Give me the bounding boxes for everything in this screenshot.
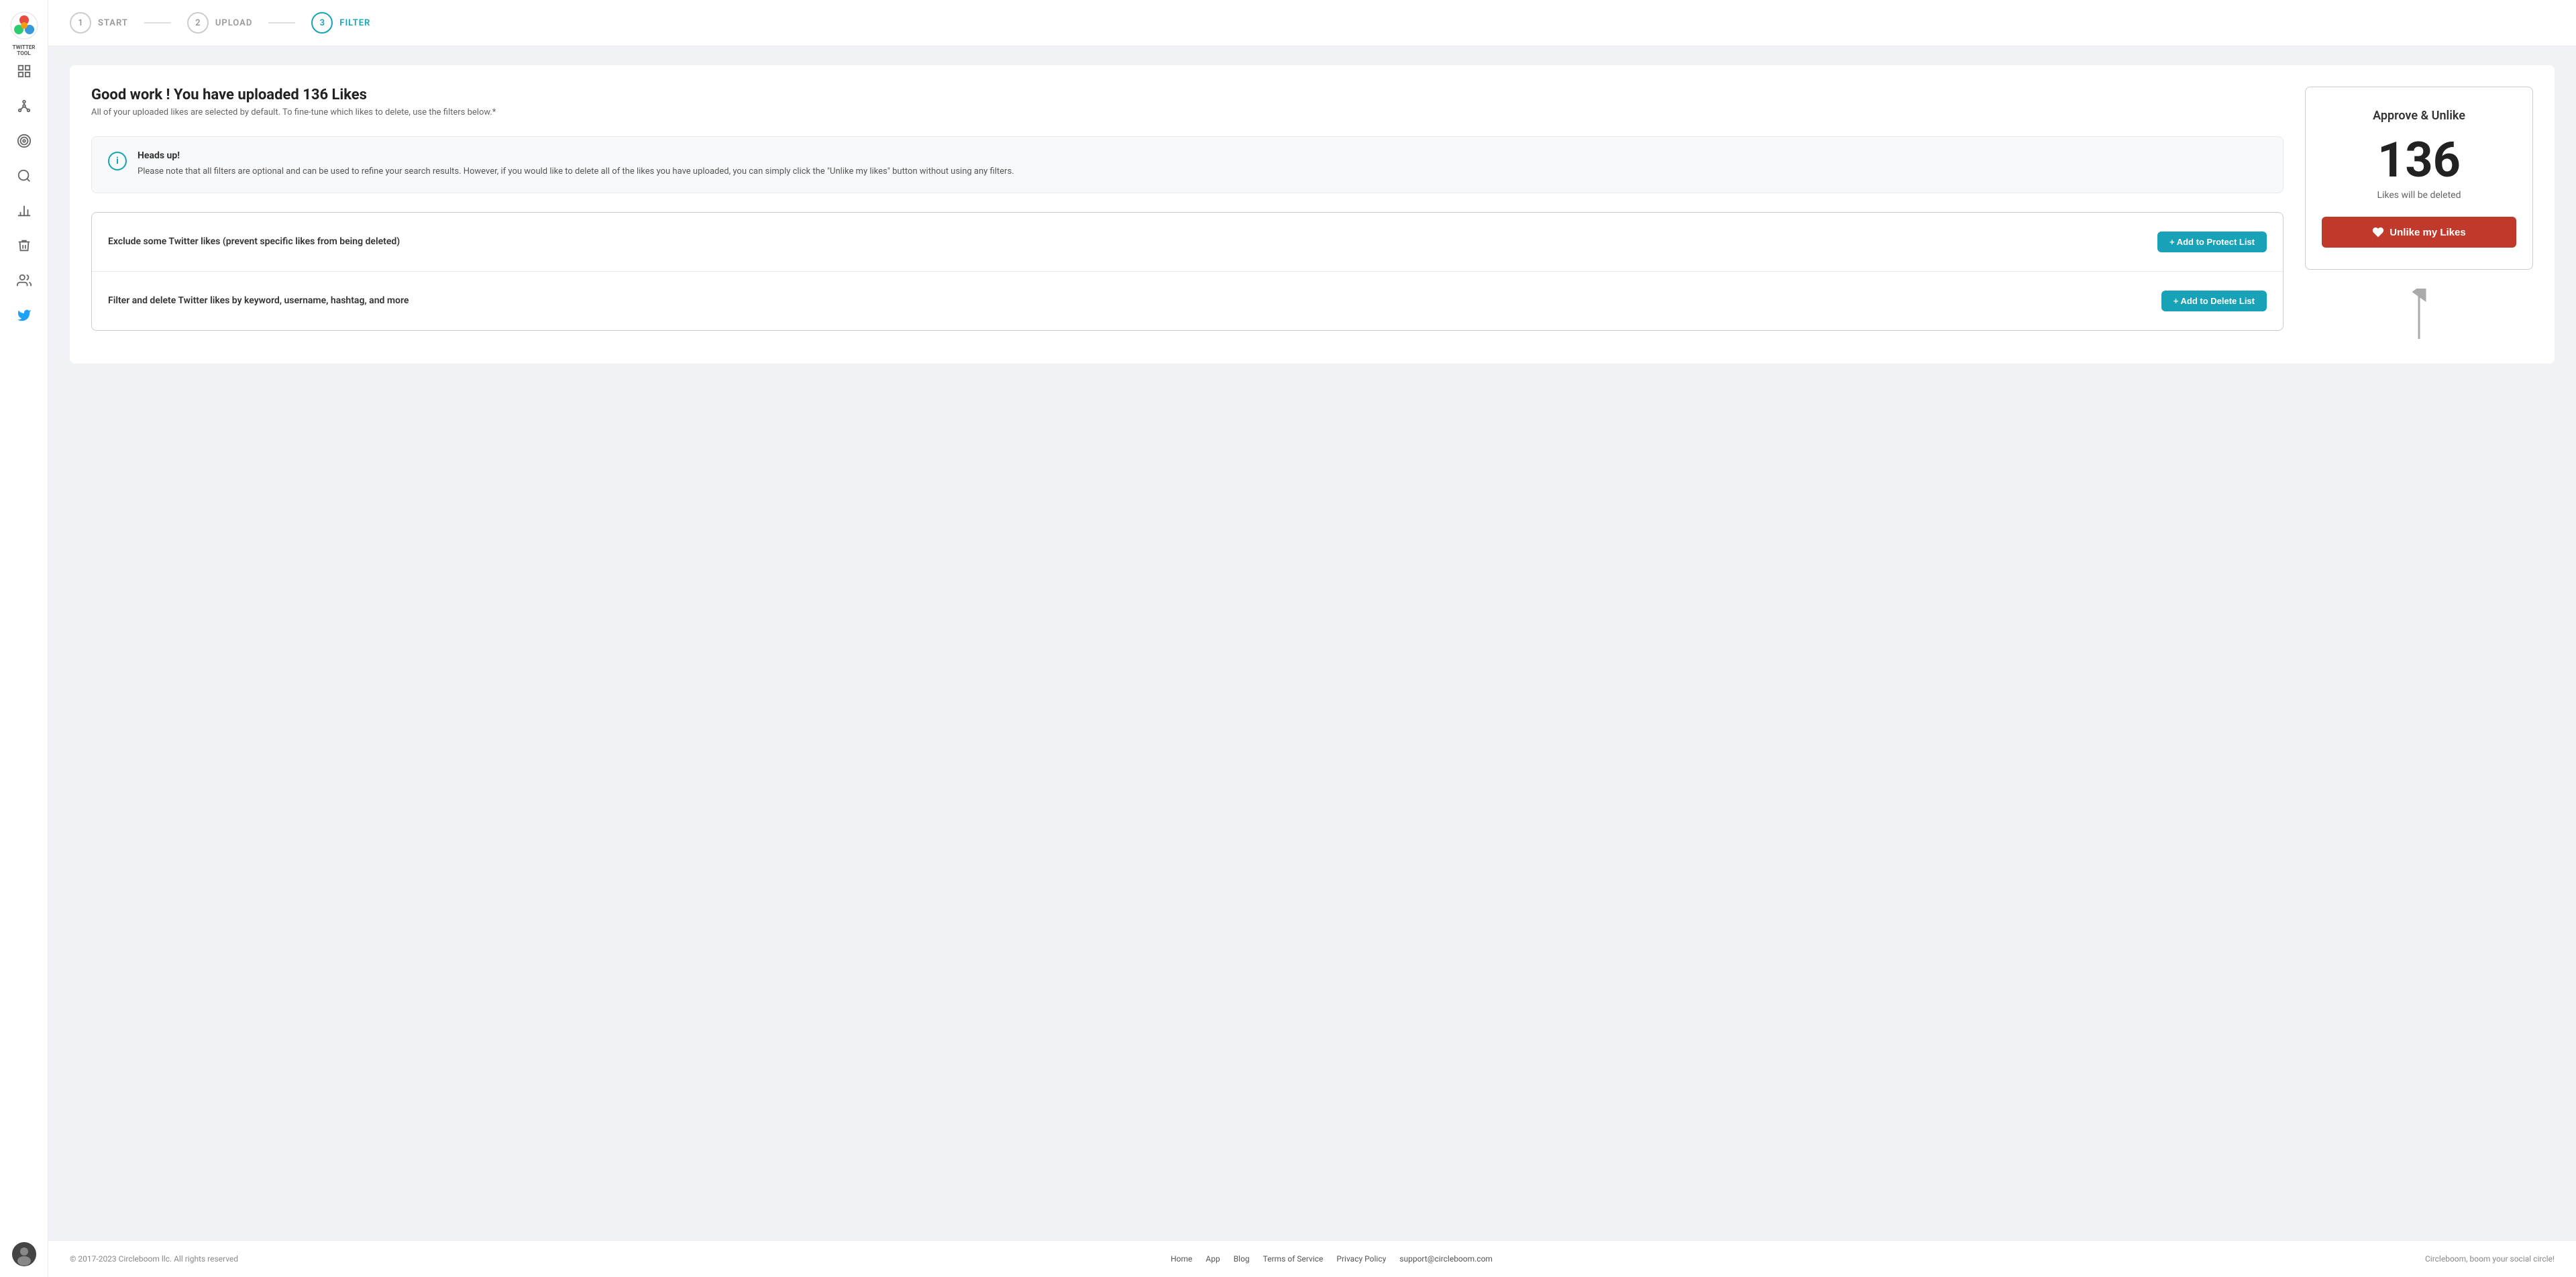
step-separator-2 (268, 22, 295, 23)
footer-tagline: Circleboom, boom your social circle! (2425, 1254, 2555, 1264)
page-body: Good work ! You have uploaded 136 Likes … (70, 65, 2555, 364)
footer: © 2017-2023 Circleboom llc. All rights r… (48, 1240, 2576, 1277)
add-to-protect-list-button[interactable]: + Add to Protect List (2157, 232, 2267, 252)
app-name-label: TWITTER TOOL (9, 44, 39, 56)
step-3-circle: 3 (311, 12, 333, 34)
left-column: Good work ! You have uploaded 136 Likes … (91, 87, 2284, 331)
unlike-my-likes-button[interactable]: Unlike my Likes (2322, 217, 2516, 248)
steps-header: 1 START 2 UPLOAD 3 FILTER (48, 0, 2576, 46)
sidebar-item-dashboard[interactable] (9, 56, 39, 86)
headsup-box: i Heads up! Please note that all filters… (91, 136, 2284, 193)
footer-links: Home App Blog Terms of Service Privacy P… (1171, 1254, 1493, 1264)
step-2[interactable]: 2 UPLOAD (187, 12, 252, 34)
sidebar-item-search[interactable] (9, 161, 39, 191)
step-1-label: START (98, 18, 128, 28)
arrow-container (2305, 280, 2533, 342)
filter-container: Exclude some Twitter likes (prevent spec… (91, 212, 2284, 331)
sidebar-item-analytics[interactable] (9, 196, 39, 225)
target-icon (17, 134, 32, 148)
two-column-layout: Good work ! You have uploaded 136 Likes … (91, 87, 2533, 342)
footer-link-blog[interactable]: Blog (1234, 1254, 1250, 1264)
footer-link-support[interactable]: support@circleboom.com (1399, 1254, 1493, 1264)
step-3-label: FILTER (339, 18, 370, 28)
step-2-circle: 2 (187, 12, 209, 34)
users-icon (17, 273, 32, 288)
content-area: 1 START 2 UPLOAD 3 FILTER (48, 0, 2576, 1240)
heart-icon (2372, 226, 2384, 238)
sidebar-item-network[interactable] (9, 91, 39, 121)
sidebar-item-twitter[interactable] (9, 301, 39, 330)
sidebar-item-audience[interactable] (9, 266, 39, 295)
sidebar-item-delete[interactable] (9, 231, 39, 260)
twitter-icon (17, 308, 32, 323)
filter-protect-label: Exclude some Twitter likes (prevent spec… (108, 236, 400, 247)
main-content: 1 START 2 UPLOAD 3 FILTER (48, 0, 2576, 1277)
bar-chart-icon (17, 203, 32, 218)
grid-icon (17, 64, 32, 79)
arrow-up-icon (2406, 289, 2432, 342)
approve-count: 136 (2322, 136, 2516, 185)
page-title: Good work ! You have uploaded 136 Likes (91, 87, 2284, 103)
footer-link-tos[interactable]: Terms of Service (1263, 1254, 1324, 1264)
step-1-circle: 1 (70, 12, 91, 34)
step-separator-1 (144, 22, 171, 23)
footer-link-app[interactable]: App (1205, 1254, 1220, 1264)
app-logo[interactable]: TWITTER TOOL (9, 11, 39, 40)
sidebar-item-target[interactable] (9, 126, 39, 156)
footer-copyright: © 2017-2023 Circleboom llc. All rights r… (70, 1254, 238, 1264)
sidebar-bottom (12, 1242, 36, 1266)
info-icon: i (108, 152, 127, 170)
sidebar: TWITTER TOOL (0, 0, 48, 1277)
avatar[interactable] (12, 1242, 36, 1266)
step-2-label: UPLOAD (215, 18, 252, 28)
filter-row-protect: Exclude some Twitter likes (prevent spec… (92, 213, 2283, 272)
approve-subtitle: Likes will be deleted (2322, 190, 2516, 201)
filter-row-delete: Filter and delete Twitter likes by keywo… (92, 272, 2283, 330)
page-subtitle: All of your uploaded likes are selected … (91, 107, 2284, 117)
right-column: Approve & Unlike 136 Likes will be delet… (2305, 87, 2533, 342)
filter-delete-label: Filter and delete Twitter likes by keywo… (108, 295, 409, 306)
sidebar-nav (9, 56, 39, 1242)
headsup-title: Heads up! (138, 150, 1014, 161)
network-icon (17, 99, 32, 113)
search-icon (17, 168, 32, 183)
approve-card: Approve & Unlike 136 Likes will be delet… (2305, 87, 2533, 270)
approve-title: Approve & Unlike (2322, 109, 2516, 123)
footer-link-privacy[interactable]: Privacy Policy (1336, 1254, 1386, 1264)
headsup-text: Please note that all filters are optiona… (138, 165, 1014, 179)
step-1[interactable]: 1 START (70, 12, 128, 34)
footer-link-home[interactable]: Home (1171, 1254, 1192, 1264)
step-3[interactable]: 3 FILTER (311, 12, 370, 34)
headsup-content: Heads up! Please note that all filters a… (138, 150, 1014, 179)
add-to-delete-list-button[interactable]: + Add to Delete List (2161, 291, 2267, 311)
trash-icon (17, 238, 32, 253)
